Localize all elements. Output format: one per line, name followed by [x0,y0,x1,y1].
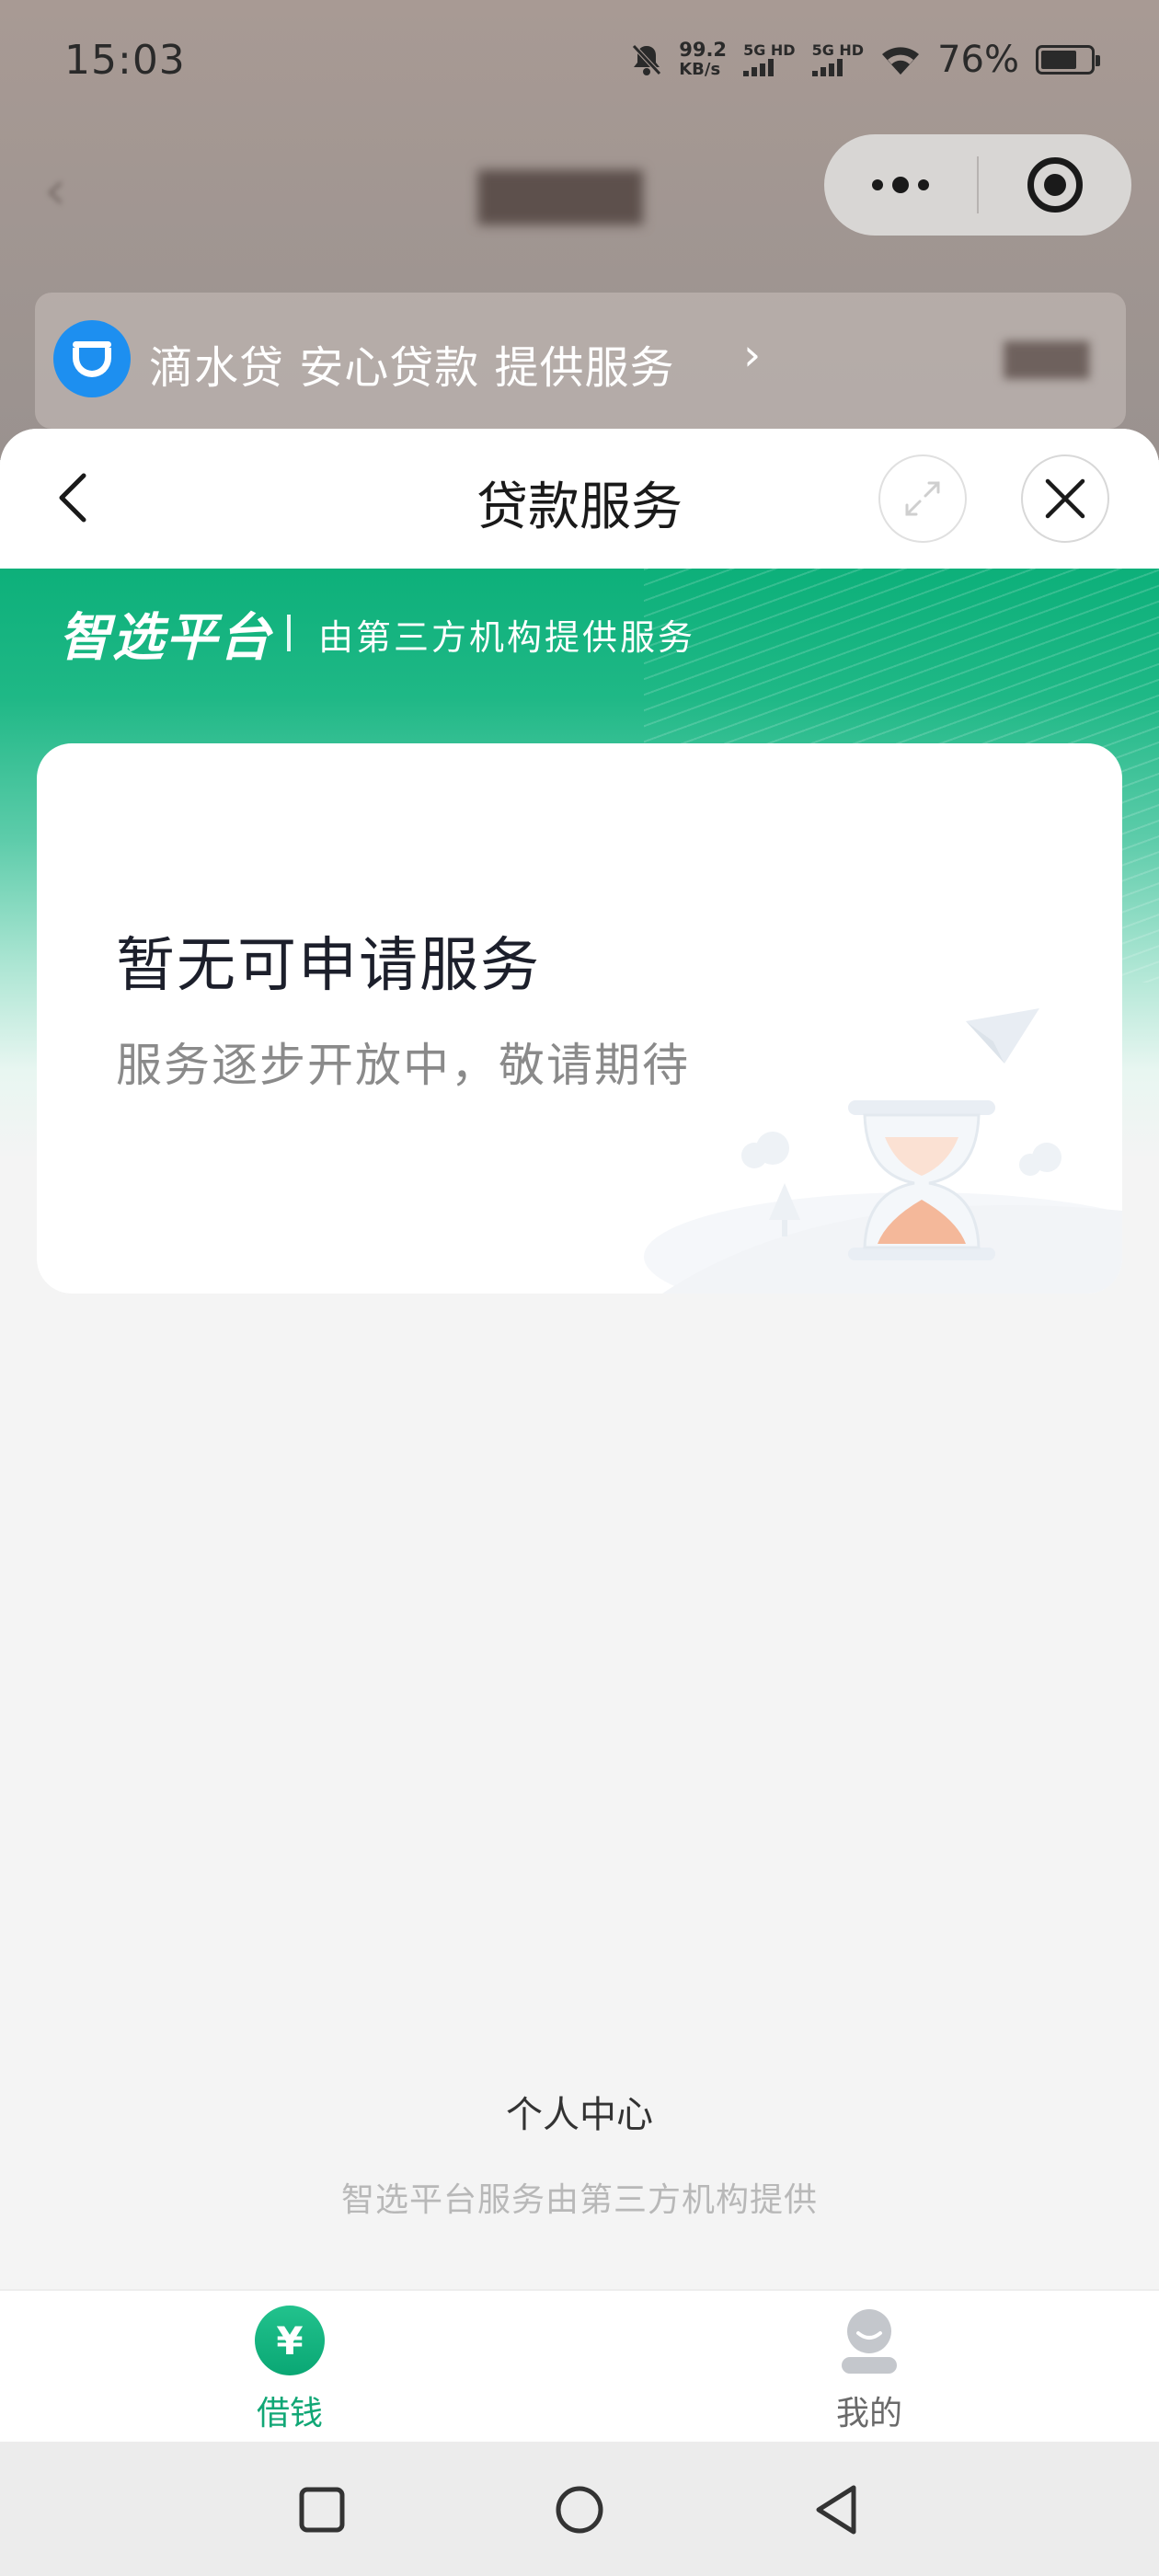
status-bar: 15:03 99.2 KB/s 5G HD 5G HD 76% [0,0,1159,124]
expand-button[interactable] [878,454,967,543]
background-back-icon: ‹ [44,158,66,223]
provider-text: 滴水贷 安心贷款 提供服务 [149,342,675,394]
background-title: ▇▇▇▇ [478,162,643,224]
triangle-back-icon [816,2485,856,2535]
signal-sim1: 5G HD [743,43,796,76]
paper-plane-icon [966,1008,1039,1064]
more-menu-button[interactable] [824,177,977,193]
signal-icon [811,58,843,76]
footer-disclaimer: 智选平台服务由第三方机构提供 [340,2181,818,2219]
loan-service-sheet: 贷款服务 智选平台 由第三方机构提供服务 暂无可申请服务 服务逐步开放中，敬请期… [0,429,1159,2576]
tab-bar: ¥ 借钱 我的 [0,2289,1159,2442]
expand-icon [905,481,940,516]
home-button[interactable] [545,2475,614,2545]
sheet-header: 贷款服务 [0,429,1159,569]
system-back-button[interactable] [802,2475,872,2545]
system-navigation-bar [0,2442,1159,2576]
sim2-label: 5G HD [811,41,865,59]
square-icon [299,2487,345,2533]
close-button[interactable] [1021,454,1109,543]
tab-mine[interactable]: 我的 [731,2306,1007,2434]
tab-borrow-label: 借钱 [256,2395,323,2432]
personal-center-link[interactable]: 个人中心 [0,2085,1159,2138]
provider-bar[interactable]: 滴水贷 安心贷款 提供服务 › ▇▇▇ [35,293,1126,429]
hourglass-illustration [644,1008,1122,1294]
empty-state-title: 暂无可申请服务 [116,932,541,1000]
circle-icon [556,2486,603,2534]
user-icon [842,2309,897,2374]
bell-muted-icon [632,44,662,75]
provider-blurred-action: ▇▇▇ [1004,337,1089,379]
sheet-title: 贷款服务 [476,477,683,537]
recent-apps-button[interactable] [287,2475,357,2545]
yen-icon: ¥ [255,2306,325,2375]
close-icon [1045,478,1085,519]
signal-icon [743,58,775,76]
target-icon [1027,157,1083,213]
net-speed-unit: KB/s [679,60,721,79]
tab-mine-label: 我的 [835,2395,902,2432]
status-time: 15:03 [64,37,186,84]
signal-sim2: 5G HD [811,41,865,76]
close-miniprogram-button[interactable] [979,157,1131,213]
provider-logo-icon [53,320,131,397]
miniprogram-capsule [824,134,1131,236]
status-icons: 99.2 KB/s 5G HD 5G HD 76% [631,39,1100,81]
brand-divider [287,615,291,651]
net-speed: 99.2 KB/s [679,40,727,80]
sim1-label: 5G HD [743,41,796,59]
brand-title: 智选平台 [59,608,272,668]
tab-borrow[interactable]: ¥ 借钱 [152,2306,428,2434]
battery-percent: 76% [937,39,1019,81]
chevron-right-icon: › [743,329,762,381]
empty-state-subtitle: 服务逐步开放中，敬请期待 [116,1039,690,1092]
empty-state-card: 暂无可申请服务 服务逐步开放中，敬请期待 [37,743,1122,1294]
net-speed-value: 99.2 [679,39,728,61]
brand-subtitle: 由第三方机构提供服务 [318,617,696,658]
wifi-icon [882,47,920,75]
battery-icon [1036,45,1100,75]
